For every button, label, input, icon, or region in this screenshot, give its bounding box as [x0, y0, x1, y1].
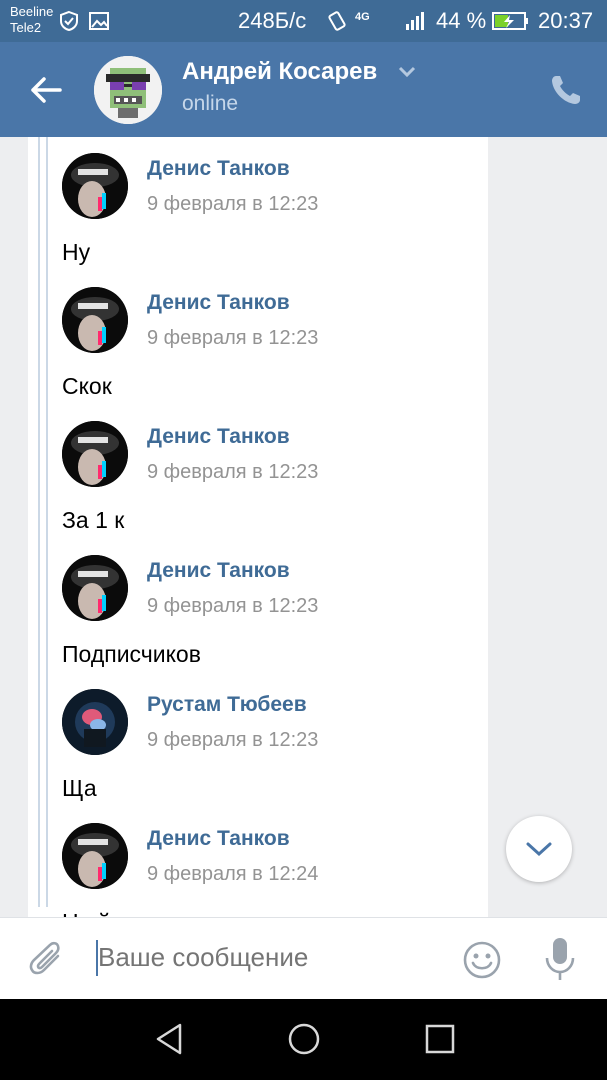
message-time: 9 февраля в 12:23 — [147, 193, 319, 215]
system-nav-bar — [0, 999, 607, 1080]
avatar[interactable] — [62, 689, 128, 755]
forward-line — [46, 137, 48, 907]
message-composer — [0, 917, 607, 999]
chat-title[interactable]: Андрей Косарев — [182, 58, 377, 86]
battery-percent: 44 % — [436, 8, 487, 33]
sender-name[interactable]: Денис Танков — [147, 425, 290, 449]
clock: 20:37 — [538, 8, 594, 33]
user-photo — [62, 287, 128, 353]
sender-name[interactable]: Денис Танков — [147, 827, 290, 851]
back-triangle-icon[interactable] — [152, 1021, 188, 1057]
sender-name[interactable]: Денис Танков — [147, 559, 290, 583]
pixel-avatar-image — [94, 56, 162, 124]
sender-name[interactable]: Денис Танков — [147, 157, 290, 181]
avatar[interactable] — [62, 823, 128, 889]
user-photo — [62, 555, 128, 621]
recents-square-icon[interactable] — [422, 1021, 458, 1057]
microphone-icon[interactable] — [542, 936, 578, 984]
vibrate-icon — [328, 11, 346, 31]
message-time: 9 февраля в 12:23 — [147, 327, 319, 349]
sender-name[interactable]: Рустам Тюбеев — [147, 693, 307, 717]
signal-icon — [406, 12, 424, 30]
avatar[interactable] — [94, 56, 162, 124]
message-input[interactable] — [98, 942, 438, 973]
status-bar: Beeline Tele2 248Б/с 4G 44 % 20:37 — [0, 0, 607, 42]
carrier-1: Beeline — [10, 4, 54, 19]
avatar[interactable] — [62, 287, 128, 353]
message-text: Н...й — [62, 909, 111, 917]
online-status: online — [182, 92, 239, 115]
gallery-icon — [89, 12, 109, 30]
message-text: Ща — [62, 775, 97, 801]
user-photo — [62, 689, 128, 755]
chevron-down-icon — [526, 842, 552, 857]
battery-icon — [492, 12, 528, 30]
chat-header: Андрей Косарев online — [0, 42, 607, 137]
smile-icon[interactable] — [462, 940, 502, 980]
carriers: Beeline Tele2 — [10, 4, 53, 36]
arrow-left-icon — [31, 77, 62, 103]
shield-icon — [60, 10, 78, 32]
chevron-down-icon[interactable] — [398, 66, 416, 78]
forward-line — [38, 137, 40, 907]
back-button[interactable] — [26, 70, 66, 110]
user-photo — [62, 421, 128, 487]
call-button[interactable] — [548, 72, 584, 108]
avatar[interactable] — [62, 153, 128, 219]
sender-name[interactable]: Денис Танков — [147, 291, 290, 315]
message-text: Подписчиков — [62, 641, 201, 667]
phone-icon — [552, 76, 580, 104]
avatar[interactable] — [62, 555, 128, 621]
carrier-2: Tele2 — [10, 20, 42, 35]
message-time: 9 февраля в 12:23 — [147, 461, 319, 483]
scroll-down-button[interactable] — [506, 816, 572, 882]
chat-area[interactable]: Денис Танков 9 февраля в 12:23 Ну Денис … — [0, 137, 607, 917]
message-text: Скок — [62, 373, 112, 399]
network-type: 4G — [355, 11, 370, 23]
home-circle-icon[interactable] — [286, 1021, 322, 1057]
user-photo — [62, 153, 128, 219]
message-text: За 1 к — [62, 507, 125, 533]
message-time: 9 февраля в 12:23 — [147, 729, 319, 751]
message-time: 9 февраля в 12:24 — [147, 863, 319, 885]
message-text: Ну — [62, 239, 91, 265]
avatar[interactable] — [62, 421, 128, 487]
network-speed: 248Б/с — [238, 8, 307, 33]
paperclip-icon[interactable] — [28, 940, 66, 980]
user-photo — [62, 823, 128, 889]
message-time: 9 февраля в 12:23 — [147, 595, 319, 617]
